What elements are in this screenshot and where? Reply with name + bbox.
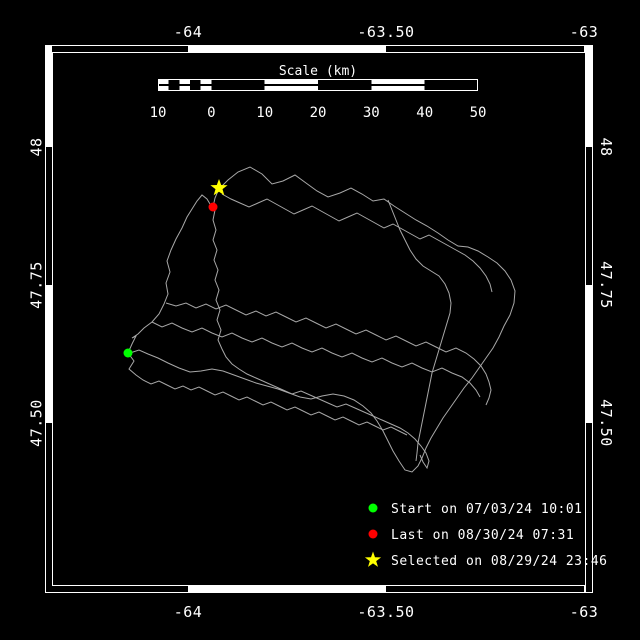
frame-segment (45, 423, 52, 593)
frame-segment (45, 586, 188, 593)
lat-label-right-1: 47.75 (597, 261, 615, 309)
scale-tick-label: 20 (310, 105, 327, 121)
lat-label-right-2: 47.50 (597, 399, 615, 447)
scale-bar-block-line (371, 84, 424, 86)
lon-label-bottom-0: -64 (174, 603, 203, 621)
scale-bar-title: Scale (km) (279, 64, 357, 79)
scale-bar (158, 79, 478, 91)
scale-tick-label: 10 (256, 105, 273, 121)
lon-label-bottom-1: -63.50 (357, 603, 414, 621)
scale-tick-label: 10 (150, 105, 167, 121)
track-line (222, 194, 492, 292)
legend: Start on 07/03/24 10:01 Last on 08/30/24… (365, 502, 608, 569)
lat-label-left-2: 47.50 (27, 399, 45, 447)
last-marker (209, 203, 218, 212)
lat-label-left-0: 48 (27, 137, 45, 156)
frame-segment (586, 45, 593, 147)
scale-bar-block-line (201, 84, 212, 86)
scale-bar-block-line (179, 84, 190, 86)
track-line (128, 188, 219, 353)
scale-bar-block-line (265, 84, 318, 86)
legend-label-start: Start on 07/03/24 10:01 (391, 502, 583, 517)
track-line (128, 353, 407, 435)
lon-label-bottom-2: -63 (570, 603, 599, 621)
scale-bar-labels: 10 0 10 20 30 40 50 (150, 105, 487, 121)
track-line (166, 303, 491, 405)
legend-label-last: Last on 08/30/24 07:31 (391, 528, 574, 543)
lon-label-top-2: -63 (570, 23, 599, 41)
frame-segment (45, 45, 188, 52)
scale-tick-label: 0 (207, 105, 215, 121)
legend-markers (365, 504, 381, 567)
lon-label-top-0: -64 (174, 23, 203, 41)
frame-segment (188, 45, 386, 52)
map-markers (124, 179, 228, 358)
lat-label-right-0: 48 (597, 137, 615, 156)
track-polylines (128, 167, 515, 472)
frame-segment (45, 45, 52, 147)
track-line (128, 167, 515, 472)
scale-tick-label: 40 (416, 105, 433, 121)
lat-label-left-1: 47.75 (27, 261, 45, 309)
track-map-figure: Scale (km) 1001020304050 -64 -63.50 -63 … (0, 0, 640, 640)
scale-tick-label: 50 (470, 105, 487, 121)
legend-marker-0 (369, 504, 378, 513)
frame-segment (386, 586, 584, 593)
frame-segment (386, 45, 584, 52)
track-line (152, 322, 480, 397)
scale-bar-block-line (158, 84, 169, 86)
frame-segment (45, 147, 52, 285)
lon-label-top-1: -63.50 (357, 23, 414, 41)
frame-segment (586, 147, 593, 285)
frame-segment (586, 285, 593, 423)
legend-marker-2 (365, 552, 381, 567)
start-marker (124, 349, 133, 358)
frame-segment (188, 586, 386, 593)
frame-segment (45, 285, 52, 423)
scale-tick-label: 30 (363, 105, 380, 121)
legend-label-selected: Selected on 08/29/24 23:46 (391, 554, 608, 569)
selected-marker (210, 179, 227, 195)
legend-marker-1 (369, 530, 378, 539)
